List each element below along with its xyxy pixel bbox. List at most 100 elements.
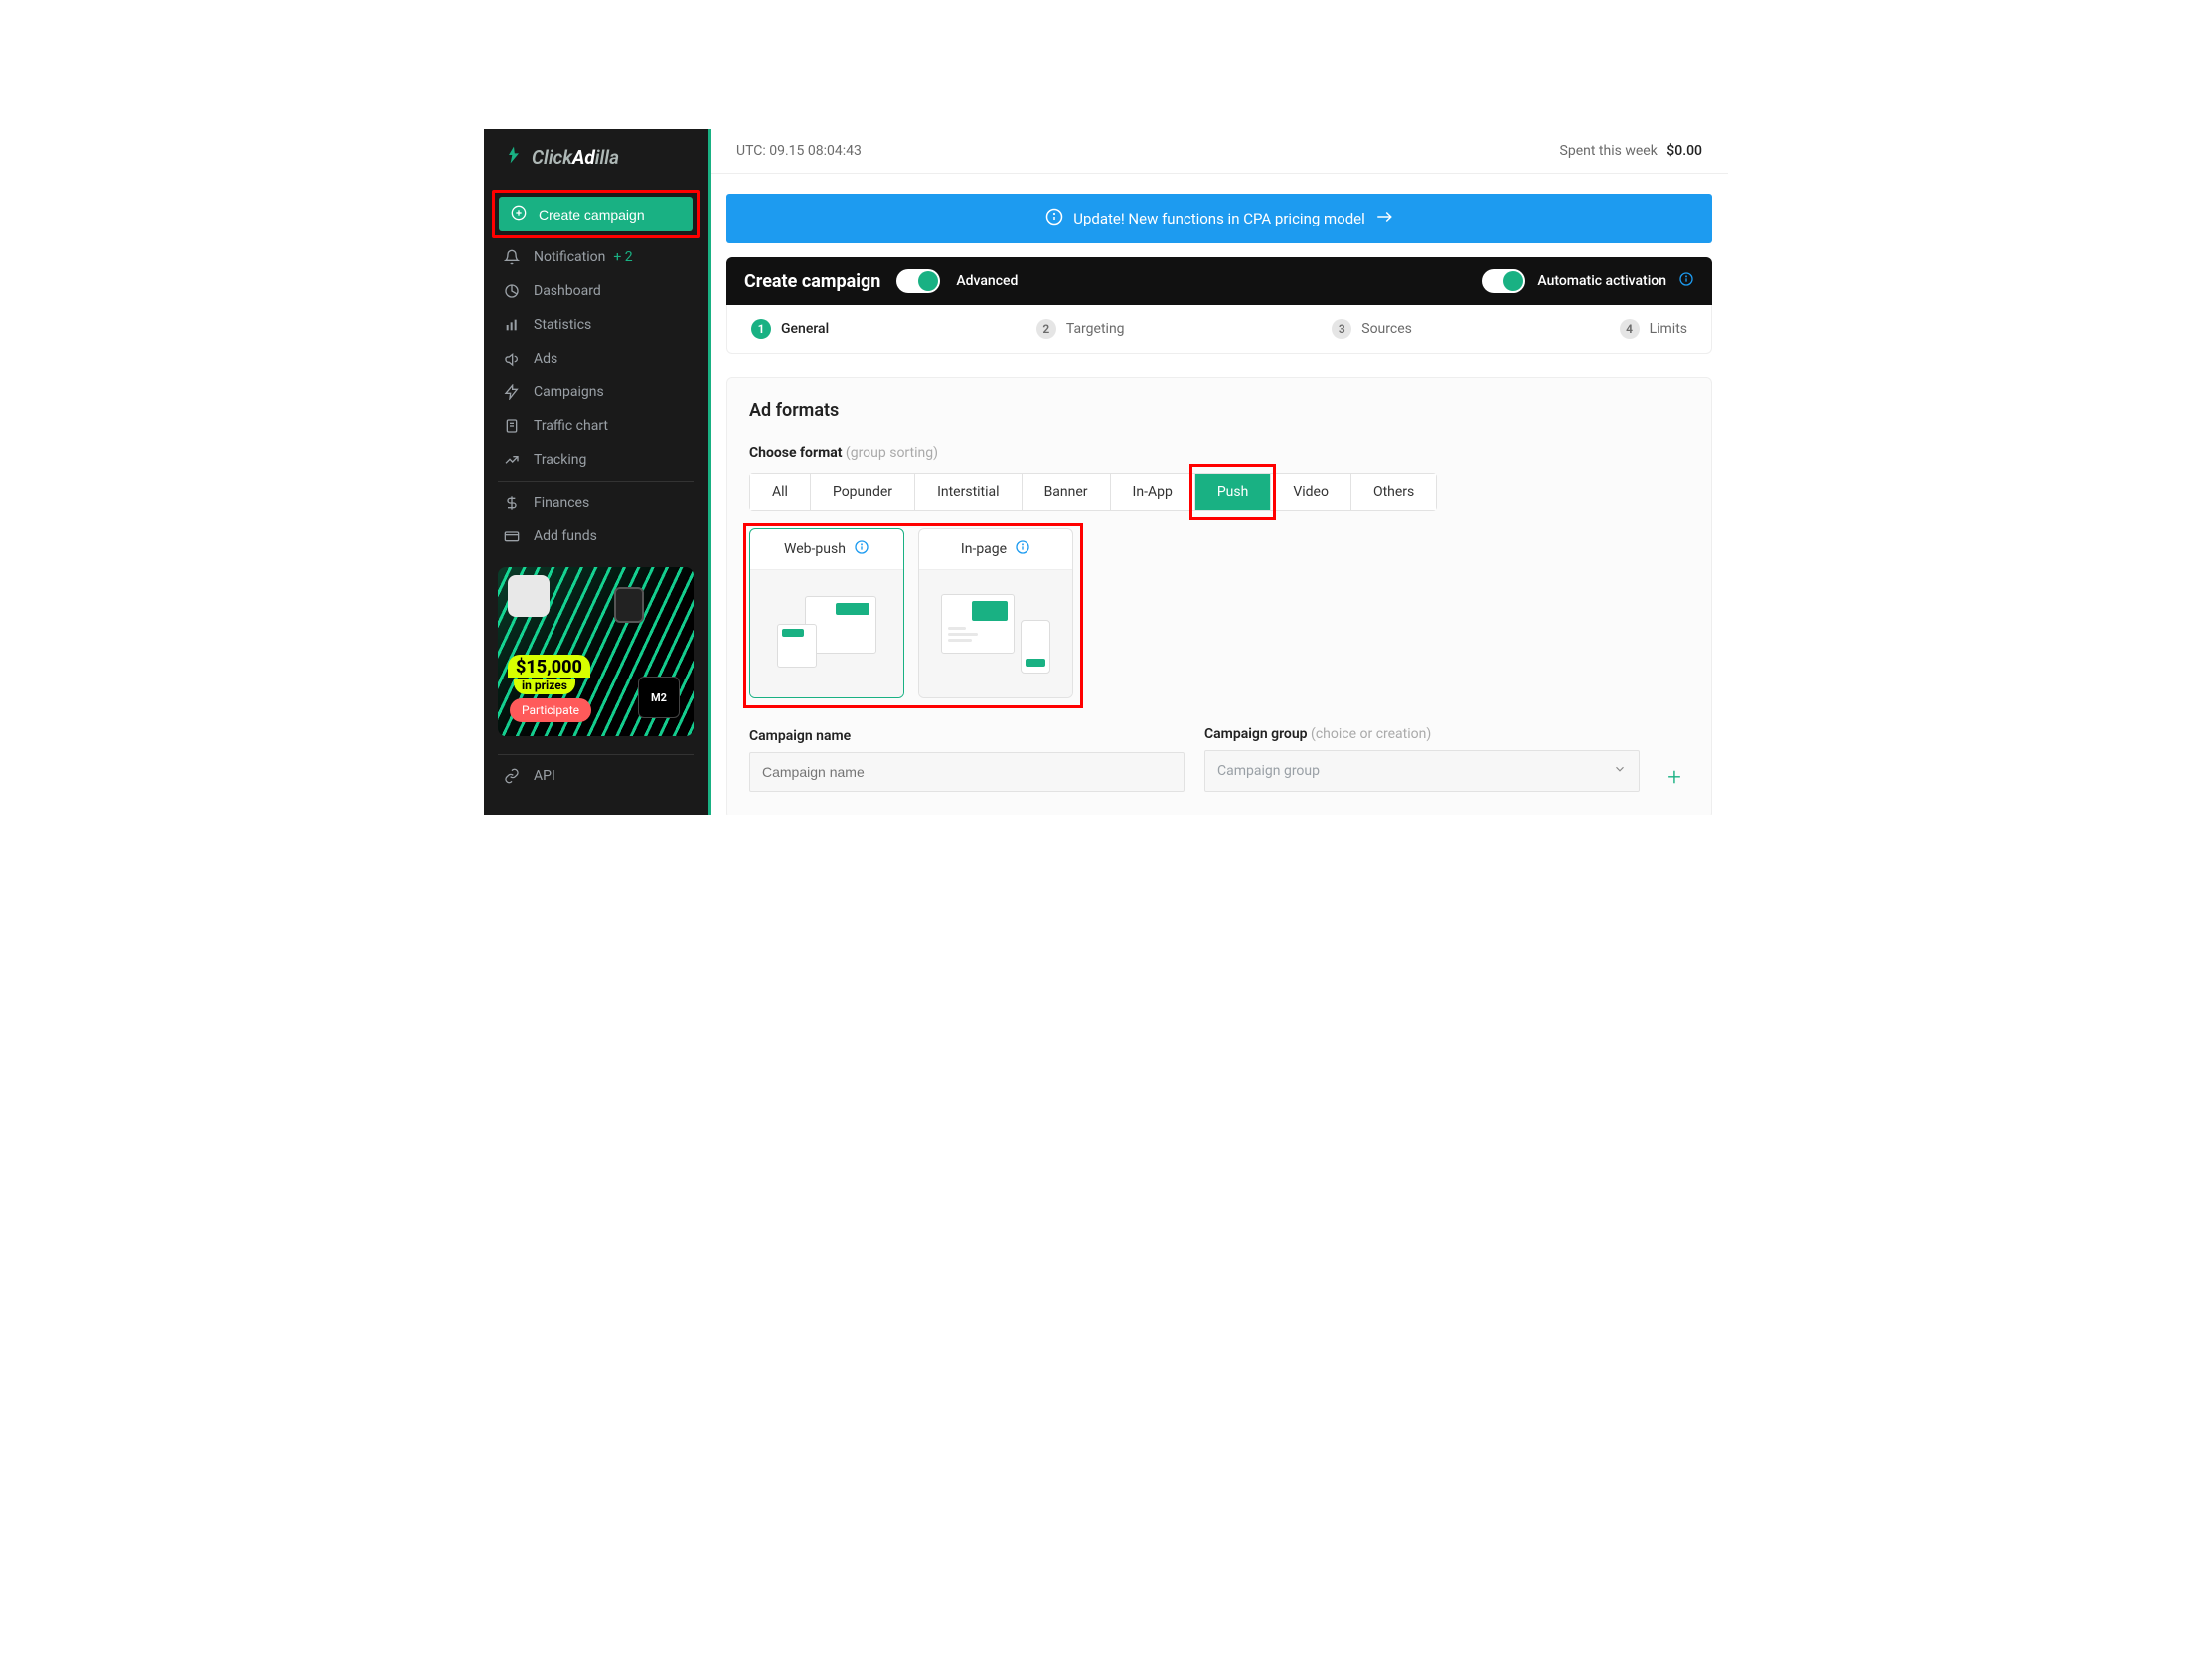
sidebar-item-ads[interactable]: Ads <box>484 342 708 376</box>
sidebar-item-label: Dashboard <box>534 283 601 299</box>
card-icon <box>504 528 520 544</box>
utc-time: UTC: 09.15 08:04:43 <box>736 143 862 159</box>
spent-value: $0.00 <box>1666 143 1702 159</box>
section-title: Ad formats <box>749 400 1689 421</box>
add-group-button[interactable]: + <box>1659 762 1689 792</box>
campaign-group-col: Campaign group (choice or creation) Camp… <box>1204 726 1640 792</box>
advanced-toggle[interactable] <box>896 269 940 293</box>
sidebar-item-label: Add funds <box>534 528 597 544</box>
update-banner[interactable]: Update! New functions in CPA pricing mod… <box>726 194 1712 243</box>
arrow-right-icon <box>1375 208 1393 229</box>
create-campaign-highlight: Create campaign <box>492 190 700 238</box>
format-cards: Web-push In-page <box>749 528 1073 698</box>
step-limits[interactable]: 4 Limits <box>1620 319 1687 339</box>
plus-circle-icon <box>511 205 527 224</box>
notification-badge: + 2 <box>613 249 632 265</box>
header-left: Create campaign Advanced <box>744 269 1018 293</box>
bolt-icon <box>504 384 520 400</box>
promo-cta[interactable]: Participate <box>510 698 591 722</box>
tab-banner[interactable]: Banner <box>1023 474 1111 510</box>
banner-text: Update! New functions in CPA pricing mod… <box>1073 210 1365 227</box>
megaphone-icon <box>504 351 520 367</box>
promo-sub: in prizes <box>514 679 575 694</box>
logo: ClickAdilla <box>484 129 708 188</box>
step-label: Limits <box>1650 321 1687 337</box>
sidebar-item-label: Traffic chart <box>534 418 608 434</box>
promo-banner[interactable]: $15,000 in prizes Participate M2 <box>498 567 694 736</box>
chart-icon <box>504 452 520 468</box>
info-icon[interactable] <box>854 539 869 559</box>
logo-icon <box>504 145 524 170</box>
dollar-icon <box>504 495 520 511</box>
card-label: Web-push <box>784 541 846 557</box>
step-targeting[interactable]: 2 Targeting <box>1036 319 1125 339</box>
promo-prize: $15,000 <box>508 655 590 678</box>
header-right: Automatic activation <box>1482 269 1694 293</box>
logo-text: ClickAdilla <box>532 146 619 169</box>
sidebar-item-label: API <box>534 768 555 784</box>
sidebar-item-label: Campaigns <box>534 384 604 400</box>
step-label: Sources <box>1361 321 1412 337</box>
toggle-knob <box>1503 271 1523 291</box>
sidebar-item-statistics[interactable]: Statistics <box>484 308 708 342</box>
tab-video[interactable]: Video <box>1271 474 1351 510</box>
step-sources[interactable]: 3 Sources <box>1332 319 1412 339</box>
create-campaign-label: Create campaign <box>539 207 645 223</box>
step-general[interactable]: 1 General <box>751 319 829 339</box>
page-title: Create campaign <box>744 271 880 292</box>
auto-activation-toggle[interactable] <box>1482 269 1525 293</box>
sidebar-item-finances[interactable]: Finances <box>484 486 708 520</box>
sidebar-item-campaigns[interactable]: Campaigns <box>484 376 708 409</box>
campaign-name-col: Campaign name <box>749 728 1185 792</box>
info-icon[interactable] <box>1015 539 1030 559</box>
chevron-down-icon <box>1613 762 1627 780</box>
step-label: General <box>781 321 829 337</box>
sidebar-item-label: Notification <box>534 249 605 265</box>
sidebar-item-api[interactable]: API <box>484 759 708 793</box>
format-tabs: All Popunder Interstitial Banner In-App … <box>749 473 1437 511</box>
tab-all[interactable]: All <box>750 474 811 510</box>
choose-format-label: Choose format (group sorting) <box>749 445 1689 461</box>
sidebar-item-label: Ads <box>534 351 557 367</box>
campaign-name-input[interactable] <box>749 752 1185 792</box>
info-icon[interactable] <box>1678 271 1694 291</box>
sidebar-item-traffic-chart[interactable]: Traffic chart <box>484 409 708 443</box>
spent-this-week: Spent this week $0.00 <box>1560 143 1702 159</box>
doc-icon <box>504 418 520 434</box>
divider <box>498 754 694 755</box>
campaign-name-label: Campaign name <box>749 728 1185 744</box>
tab-popunder[interactable]: Popunder <box>811 474 915 510</box>
campaign-group-label: Campaign group (choice or creation) <box>1204 726 1640 742</box>
bell-icon <box>504 249 520 265</box>
step-num: 3 <box>1332 319 1351 339</box>
sidebar-item-label: Statistics <box>534 317 591 333</box>
campaign-group-select[interactable]: Campaign group <box>1204 750 1640 792</box>
sidebar-item-tracking[interactable]: Tracking <box>484 443 708 477</box>
toggle-knob <box>918 271 938 291</box>
card-head: In-page <box>919 529 1072 570</box>
format-cards-wrap: Web-push In-page <box>749 528 1073 698</box>
advanced-label: Advanced <box>956 273 1018 289</box>
card-in-page[interactable]: In-page <box>918 528 1073 698</box>
main: UTC: 09.15 08:04:43 Spent this week $0.0… <box>711 129 1728 815</box>
card-preview <box>750 570 903 697</box>
promo-watch-img <box>614 587 644 623</box>
plus-icon: + <box>1667 763 1681 791</box>
sidebar-item-label: Tracking <box>534 452 586 468</box>
step-num: 2 <box>1036 319 1056 339</box>
card-web-push[interactable]: Web-push <box>749 528 904 698</box>
sidebar-item-dashboard[interactable]: Dashboard <box>484 274 708 308</box>
promo-chip: M2 <box>638 677 680 718</box>
sidebar-item-add-funds[interactable]: Add funds <box>484 520 708 553</box>
auto-activation-label: Automatic activation <box>1537 273 1666 289</box>
tab-interstitial[interactable]: Interstitial <box>915 474 1023 510</box>
tab-others[interactable]: Others <box>1351 474 1436 510</box>
tab-push[interactable]: Push <box>1195 474 1272 510</box>
campaign-form-row: Campaign name Campaign group (choice or … <box>749 726 1689 792</box>
sidebar-item-notification[interactable]: Notification + 2 <box>484 240 708 274</box>
create-campaign-button[interactable]: Create campaign <box>499 197 693 231</box>
card-label: In-page <box>961 541 1007 557</box>
link-icon <box>504 768 520 784</box>
card-head: Web-push <box>750 529 903 570</box>
tab-in-app[interactable]: In-App <box>1111 474 1195 510</box>
